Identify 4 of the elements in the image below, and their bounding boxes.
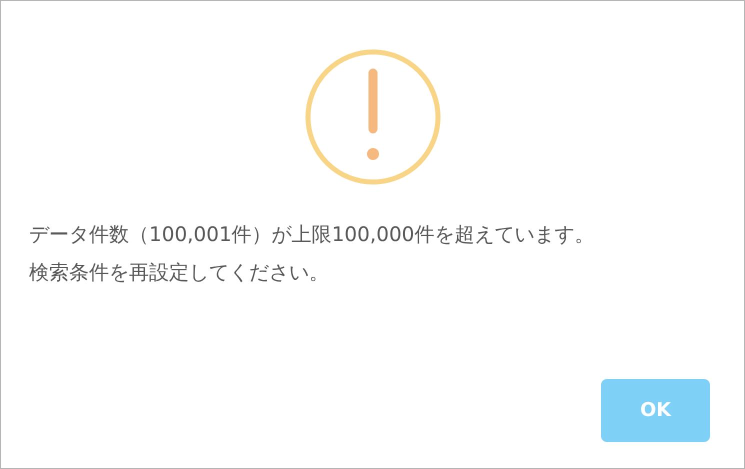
message-text: 検索条件を再設定してください。 [29,259,330,286]
ok-button[interactable]: OK [601,379,710,442]
warning-icon [304,49,440,185]
message-text: データ件数（100,001件）が上限100,000件を超えています。 [29,221,596,248]
